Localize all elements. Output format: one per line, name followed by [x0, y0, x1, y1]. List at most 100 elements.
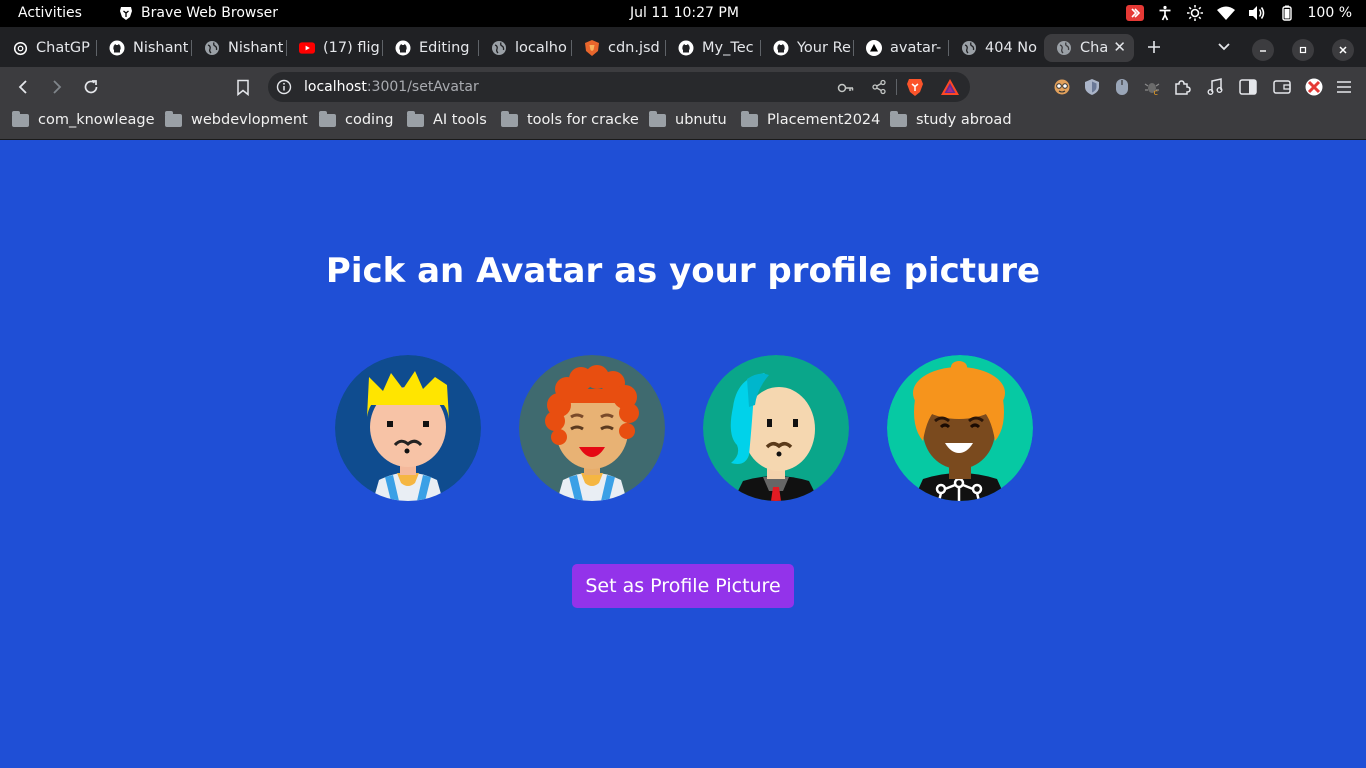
- tab-github-yourrepo[interactable]: Your Re: [761, 34, 854, 62]
- tab-globe-1[interactable]: Nishant: [192, 34, 287, 62]
- tab-github-editing[interactable]: Editing: [383, 34, 479, 62]
- page-title: Pick an Avatar as your profile picture: [325, 251, 1041, 291]
- share-icon[interactable]: [871, 79, 887, 99]
- media-music-icon[interactable]: [1205, 77, 1225, 97]
- folder-icon: [649, 110, 666, 127]
- accessibility-icon[interactable]: [1157, 5, 1173, 21]
- tab-close-icon[interactable]: ✕: [1113, 38, 1126, 56]
- omnibox-divider: [896, 79, 897, 95]
- minimize-icon[interactable]: [1252, 39, 1274, 61]
- globe-icon: [1056, 40, 1072, 56]
- close-window-icon[interactable]: [1332, 39, 1354, 61]
- avatar-option-2[interactable]: [519, 355, 665, 501]
- tab-title: Nishant: [133, 40, 189, 56]
- screencast-indicator-icon[interactable]: [1125, 5, 1144, 21]
- bookmarks-bar: com_knowleage webdevlopment coding AI to…: [0, 107, 1366, 140]
- tab-github-1[interactable]: Nishant: [97, 34, 192, 62]
- battery-percent: 100 %: [1307, 5, 1352, 21]
- tab-title: Nishant: [228, 40, 284, 56]
- set-profile-picture-button[interactable]: Set as Profile Picture: [572, 564, 794, 608]
- back-arrow-icon[interactable]: [12, 76, 34, 98]
- tab-strip: ChatGP Nishant Nishant (17) flig Editing…: [0, 27, 1366, 67]
- sidebar-toggle-icon[interactable]: [1238, 77, 1258, 97]
- chatgpt-icon: [12, 40, 28, 56]
- bookmark-folder[interactable]: tools for cracke: [501, 110, 639, 128]
- globe-icon: [491, 40, 507, 56]
- github-icon: [395, 40, 411, 56]
- bookmark-icon[interactable]: [232, 76, 254, 98]
- status-area[interactable]: 100 %: [1125, 4, 1352, 22]
- brave-shields-icon[interactable]: [906, 77, 924, 101]
- folder-icon: [741, 110, 758, 127]
- address-bar[interactable]: localhost:3001/setAvatar: [268, 72, 970, 102]
- globe-icon: [961, 40, 977, 56]
- night-light-icon[interactable]: [1186, 4, 1204, 22]
- tab-localhost[interactable]: localho: [479, 34, 572, 62]
- brave-rewards-icon[interactable]: [940, 78, 960, 100]
- tab-search-chevron-down-icon[interactable]: [1214, 37, 1234, 57]
- folder-icon: [890, 110, 907, 127]
- system-top-bar: Activities Brave Web Browser Jul 11 10:2…: [0, 0, 1366, 27]
- tab-avatar[interactable]: avatar-: [854, 34, 949, 62]
- reload-icon[interactable]: [80, 76, 102, 98]
- extensions-puzzle-icon[interactable]: [1172, 77, 1192, 97]
- bookmark-folder[interactable]: ubnutu: [649, 110, 727, 128]
- app-menu[interactable]: Brave Web Browser: [118, 5, 278, 21]
- url-text[interactable]: localhost:3001/setAvatar: [304, 79, 479, 95]
- password-key-icon[interactable]: [837, 80, 855, 99]
- forward-arrow-icon[interactable]: [46, 76, 68, 98]
- bookmark-folder[interactable]: webdevlopment: [165, 110, 308, 128]
- shield-icon: [584, 40, 600, 56]
- tab-404[interactable]: 404 No: [949, 34, 1044, 62]
- clock[interactable]: Jul 11 10:27 PM: [630, 5, 739, 21]
- tab-title: ChatGP: [36, 40, 90, 56]
- tab-title: Cha: [1080, 40, 1109, 56]
- github-icon: [773, 40, 789, 56]
- bookmark-folder[interactable]: Placement2024: [741, 110, 881, 128]
- bookmark-label: webdevlopment: [191, 112, 308, 128]
- bookmark-label: AI tools: [433, 112, 487, 128]
- bookmark-folder[interactable]: com_knowleage: [12, 110, 155, 128]
- tab-title: localho: [515, 40, 567, 56]
- avatar-option-1[interactable]: [335, 355, 481, 501]
- tab-title: avatar-: [890, 40, 942, 56]
- folder-icon: [165, 110, 182, 127]
- url-path: :3001/setAvatar: [366, 79, 479, 95]
- url-host: localhost: [304, 79, 367, 95]
- extension-bug-icon[interactable]: c: [1142, 77, 1162, 97]
- battery-icon[interactable]: [1279, 5, 1295, 21]
- volume-icon[interactable]: [1248, 5, 1266, 21]
- profile-avatar-icon[interactable]: [1304, 77, 1324, 97]
- toolbar: localhost:3001/setAvatar c: [0, 67, 1366, 107]
- new-tab-plus-icon[interactable]: [1144, 37, 1164, 57]
- main-menu-icon[interactable]: [1334, 77, 1354, 97]
- tab-cdn[interactable]: cdn.jsd: [572, 34, 666, 62]
- tab-title: 404 No: [985, 40, 1038, 56]
- restore-icon[interactable]: [1292, 39, 1314, 61]
- avatar-option-4[interactable]: [887, 355, 1033, 501]
- bookmark-folder[interactable]: AI tools: [407, 110, 487, 128]
- tab-github-mytec[interactable]: My_Tec: [666, 34, 761, 62]
- folder-icon: [501, 110, 518, 127]
- bookmark-label: Placement2024: [767, 112, 881, 128]
- extension-face-icon[interactable]: [1052, 77, 1072, 97]
- tab-title: Your Re: [797, 40, 851, 56]
- site-info-icon[interactable]: [276, 79, 292, 99]
- app-name: Brave Web Browser: [141, 5, 278, 21]
- tab-chatgpt[interactable]: ChatGP: [0, 34, 97, 62]
- activities-button[interactable]: Activities: [18, 5, 82, 21]
- tab-youtube[interactable]: (17) flig: [287, 34, 383, 62]
- bookmark-folder[interactable]: study abroad: [890, 110, 1012, 128]
- tab-title: Editing: [419, 40, 470, 56]
- extension-mouse-icon[interactable]: [1112, 77, 1132, 97]
- folder-icon: [407, 110, 424, 127]
- youtube-icon: [299, 40, 315, 56]
- tab-active[interactable]: Cha ✕: [1044, 34, 1134, 62]
- avatar-option-3[interactable]: [703, 355, 849, 501]
- bookmark-label: ubnutu: [675, 112, 727, 128]
- wifi-icon[interactable]: [1216, 6, 1235, 20]
- bookmark-label: study abroad: [916, 112, 1012, 128]
- extension-shield-icon[interactable]: [1082, 77, 1102, 97]
- bookmark-folder[interactable]: coding: [319, 110, 393, 128]
- wallet-icon[interactable]: [1272, 77, 1292, 97]
